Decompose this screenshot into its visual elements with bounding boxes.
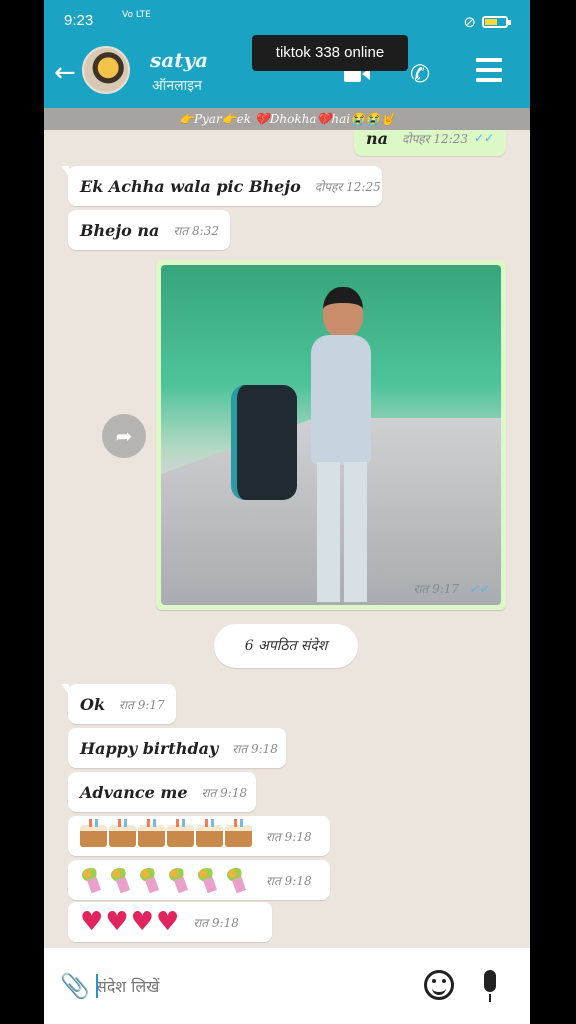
avatar[interactable] (82, 46, 130, 94)
message-bubble[interactable]: Ok रात 9:17 (61, 684, 176, 724)
photo-time: रात 9:17 (413, 582, 460, 596)
back-arrow-icon[interactable]: ← (54, 58, 76, 88)
cake-emoji (109, 819, 136, 847)
image-message[interactable]: रात 9:17 ✓✓ (156, 260, 506, 610)
read-ticks-icon: ✓✓ (468, 582, 489, 596)
contact-status: ऑनलाइन (152, 78, 202, 94)
message-time: रात 9:17 ✓✓ (413, 580, 489, 597)
message-bubble[interactable]: Ek Achha wala pic Bhejo दोपहर 12:25 (61, 166, 382, 206)
phone-screen: 9:23 Vo LTE ⊘ ← satya ऑनलाइन ✆ tiktok 33… (44, 0, 530, 1024)
message-text: Ek Achha wala pic Bhejo (80, 176, 301, 196)
message-time: रात 9:17 (119, 697, 165, 712)
message-bubble[interactable]: रात 9:18 (68, 860, 330, 900)
message-text: na (366, 130, 388, 148)
message-bubble[interactable]: na दोपहर 12:23 ✓✓ (354, 130, 506, 156)
heart-emoji-row: ♥ ♥ ♥ ♥ (80, 909, 179, 935)
network-indicator: Vo LTE (122, 10, 151, 20)
bouquet-emoji (109, 868, 136, 892)
message-list[interactable]: na दोपहर 12:23 ✓✓ Ek Achha wala pic Bhej… (44, 130, 530, 948)
photo-body (311, 335, 371, 465)
message-text: Advance me (80, 782, 188, 802)
heart-emoji: ♥ (130, 907, 154, 937)
photo-head (323, 287, 363, 337)
message-time: रात 9:18 (266, 873, 312, 888)
message-time: रात 9:18 (201, 785, 248, 800)
message-text: Bhejo na (80, 220, 160, 240)
emoji-icon[interactable] (424, 970, 454, 1000)
cake-emoji-row (80, 819, 252, 847)
cake-emoji (225, 819, 252, 847)
read-ticks-icon: ✓✓ (473, 131, 495, 145)
photo-backpack (231, 385, 297, 500)
bouquet-emoji (138, 868, 165, 892)
chat-banner: 👉Pyar👉ek 💔Dhokha💔hai😭😭🤘 (44, 108, 530, 130)
bouquet-emoji-row (80, 868, 252, 892)
contact-name[interactable]: satya (150, 48, 208, 72)
vibrate-icon: ⊘ (463, 13, 476, 31)
message-time: रात 9:18 (193, 915, 239, 930)
bouquet-emoji (80, 868, 107, 892)
message-bubble[interactable]: Advance me रात 9:18 (68, 772, 256, 812)
message-bubble[interactable]: रात 9:18 (68, 816, 330, 856)
message-text: Happy birthday (80, 738, 219, 758)
message-time: रात 9:18 (232, 741, 278, 756)
message-time: दोपहर 12:25 (314, 179, 381, 194)
message-bubble[interactable]: Bhejo na रात 8:32 (68, 210, 230, 250)
forward-icon[interactable]: ➦ (102, 414, 146, 458)
cake-emoji (167, 819, 194, 847)
message-bubble[interactable]: ♥ ♥ ♥ ♥ रात 9:18 (68, 902, 272, 942)
paperclip-icon[interactable]: 📎 (60, 972, 90, 1000)
status-time: 9:23 (64, 12, 94, 29)
message-input[interactable] (96, 972, 396, 1000)
shared-photo[interactable]: रात 9:17 ✓✓ (161, 265, 501, 605)
photo-person (231, 287, 393, 603)
input-bar: 📎 (44, 948, 530, 1024)
heart-emoji: ♥ (155, 907, 180, 937)
message-text: Ok (80, 694, 106, 714)
photo-legs (317, 462, 367, 602)
mic-icon[interactable] (484, 970, 496, 1002)
bouquet-emoji (167, 868, 194, 892)
message-time: रात 9:18 (266, 829, 312, 844)
cake-emoji (80, 819, 107, 847)
unread-divider: 6 अपठित संदेश (214, 624, 358, 668)
battery-level (485, 19, 498, 25)
menu-icon[interactable] (476, 58, 502, 84)
heart-emoji: ♥ (105, 907, 129, 937)
text-cursor (96, 974, 98, 998)
message-time: रात 8:32 (173, 223, 219, 238)
cake-emoji (196, 819, 223, 847)
message-time: दोपहर 12:23 (402, 131, 468, 146)
battery-icon (482, 16, 511, 28)
phone-icon[interactable]: ✆ (410, 60, 430, 88)
heart-emoji: ♥ (80, 907, 104, 937)
toast-notification: tiktok 338 online (252, 35, 408, 71)
cake-emoji (138, 819, 165, 847)
bouquet-emoji (196, 868, 223, 892)
message-bubble[interactable]: Happy birthday रात 9:18 (68, 728, 286, 768)
bouquet-emoji (225, 868, 252, 892)
status-icons: ⊘ (463, 13, 511, 31)
